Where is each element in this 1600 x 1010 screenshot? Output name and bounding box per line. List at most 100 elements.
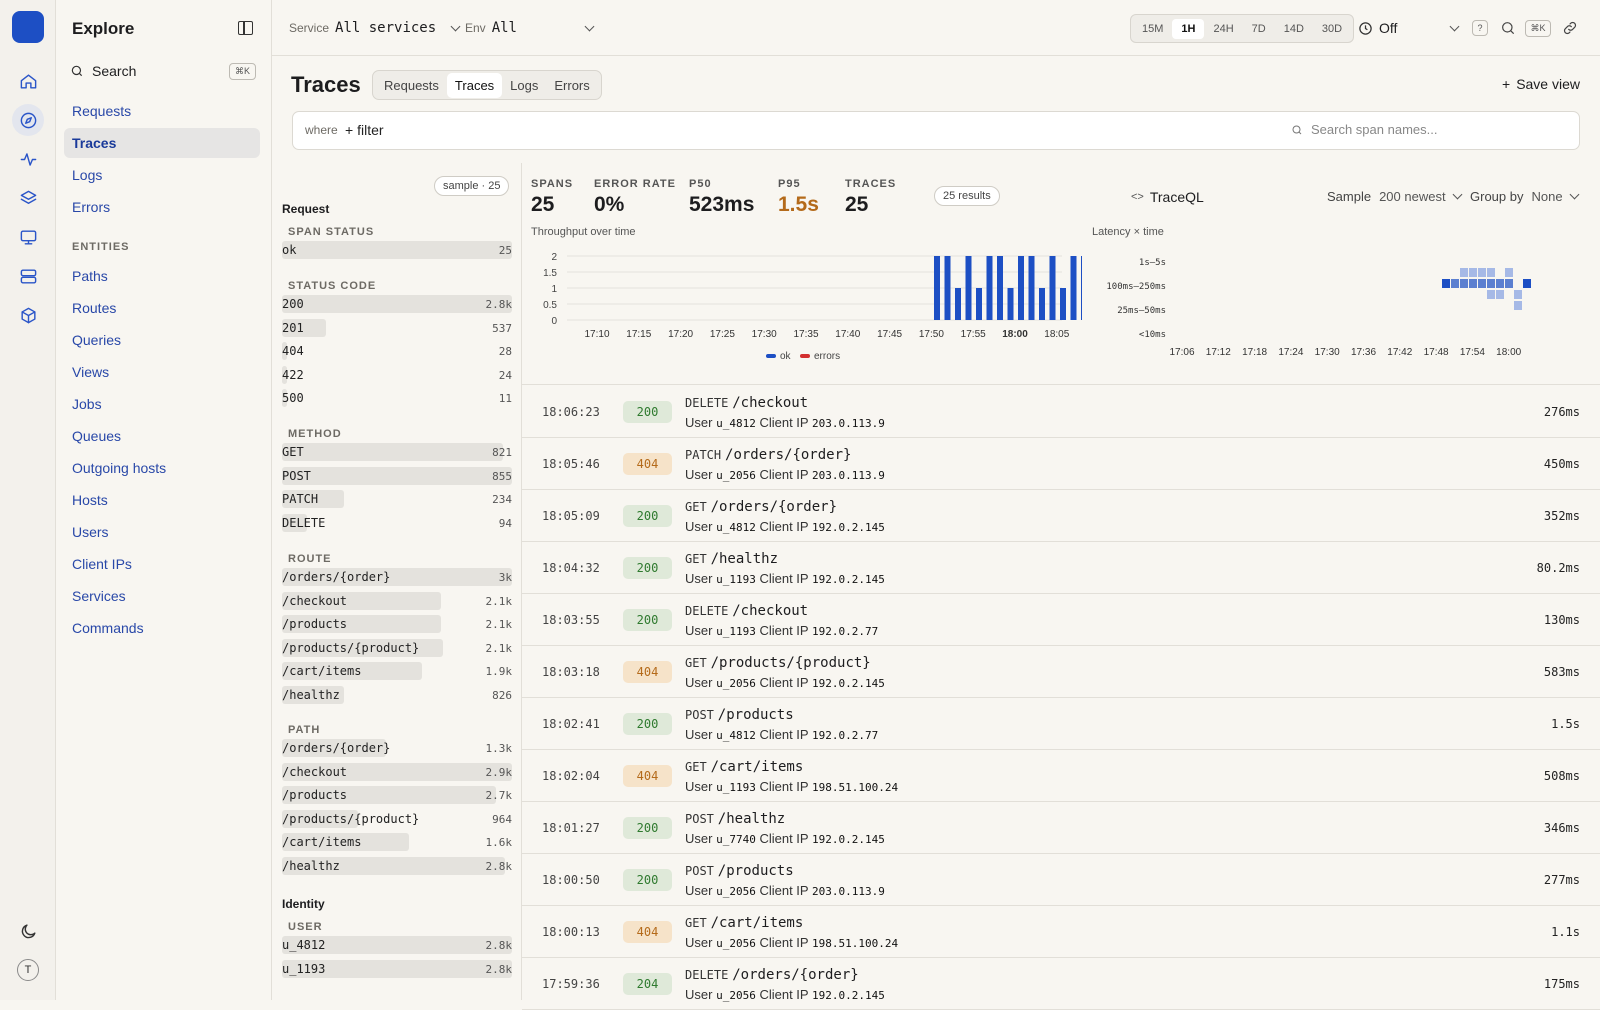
- trace-client-ip[interactable]: 192.0.2.77: [812, 729, 878, 742]
- trace-client-ip[interactable]: 192.0.2.145: [812, 521, 885, 534]
- sidebar-item-client-ips[interactable]: Client IPs: [64, 549, 260, 579]
- trace-row[interactable]: 18:00:50 200 POST /products User u_2056 Cli…: [522, 854, 1600, 906]
- facet-row[interactable]: /orders/{order} 3k: [282, 568, 512, 586]
- throughput-bar[interactable]: [965, 256, 972, 320]
- package-icon[interactable]: [12, 299, 44, 331]
- tab-errors[interactable]: Errors: [546, 73, 597, 98]
- trace-client-ip[interactable]: 192.0.2.77: [812, 625, 878, 638]
- throughput-bar[interactable]: [986, 256, 993, 320]
- sidebar-item-errors[interactable]: Errors: [64, 192, 260, 222]
- sidebar-item-traces[interactable]: Traces: [64, 128, 260, 158]
- throughput-bar[interactable]: [934, 256, 940, 320]
- facet-row[interactable]: 404 28: [282, 342, 512, 361]
- facet-row[interactable]: /products 2.7k: [282, 786, 512, 805]
- range-14d[interactable]: 14D: [1275, 19, 1313, 39]
- app-logo[interactable]: [12, 11, 44, 43]
- activity-icon[interactable]: [12, 143, 44, 175]
- facet-row[interactable]: 200 2.8k: [282, 295, 512, 313]
- trace-user[interactable]: u_4812: [716, 417, 756, 430]
- help-icon[interactable]: ?: [1470, 18, 1490, 38]
- trace-user[interactable]: u_1193: [716, 573, 756, 586]
- facet-row[interactable]: u_4812 2.8k: [282, 936, 512, 954]
- facet-row[interactable]: /checkout 2.9k: [282, 762, 512, 781]
- add-filter-button[interactable]: + filter: [345, 122, 384, 138]
- heatmap-cell[interactable]: [1514, 301, 1522, 310]
- trace-client-ip[interactable]: 198.51.100.24: [812, 781, 898, 794]
- heatmap-cell[interactable]: [1496, 290, 1504, 299]
- facet-row[interactable]: /healthz 2.8k: [282, 857, 512, 875]
- heatmap-cell[interactable]: [1469, 268, 1477, 277]
- trace-user[interactable]: u_2056: [716, 989, 756, 1002]
- trace-user[interactable]: u_1193: [716, 781, 756, 794]
- avatar[interactable]: T: [17, 959, 39, 981]
- heatmap-cell[interactable]: [1460, 279, 1468, 288]
- throughput-bar[interactable]: [1049, 256, 1056, 320]
- throughput-bar[interactable]: [1018, 256, 1024, 320]
- monitor-icon[interactable]: [12, 221, 44, 253]
- sample-select[interactable]: Sample 200 newest: [1327, 189, 1463, 204]
- range-1h[interactable]: 1H: [1172, 18, 1205, 39]
- heatmap-cell[interactable]: [1523, 279, 1531, 288]
- facet-row[interactable]: DELETE 94: [282, 513, 512, 532]
- explore-compass-icon[interactable]: [12, 104, 44, 136]
- facet-row[interactable]: PATCH 234: [282, 490, 512, 509]
- throughput-bar[interactable]: [1070, 256, 1077, 320]
- tab-traces[interactable]: Traces: [446, 72, 503, 98]
- env-select[interactable]: Env All: [465, 18, 595, 38]
- trace-client-ip[interactable]: 203.0.113.9: [812, 469, 885, 482]
- sidebar-item-paths[interactable]: Paths: [64, 261, 260, 291]
- trace-row[interactable]: 18:04:32 200 GET /healthz User u_1193 Clien…: [522, 542, 1600, 594]
- facet-row[interactable]: 500 11: [282, 389, 512, 408]
- trace-client-ip[interactable]: 192.0.2.145: [812, 677, 885, 690]
- trace-row[interactable]: 18:02:04 404 GET /cart/items User u_1193 Cl…: [522, 750, 1600, 802]
- traceql-button[interactable]: <> TraceQL: [1131, 189, 1204, 205]
- layers-icon[interactable]: [12, 182, 44, 214]
- trace-client-ip[interactable]: 192.0.2.145: [812, 833, 885, 846]
- refresh-select[interactable]: Off: [1358, 18, 1460, 38]
- throughput-bar[interactable]: [944, 256, 951, 320]
- trace-user[interactable]: u_2056: [716, 677, 756, 690]
- range-15m[interactable]: 15M: [1133, 19, 1172, 39]
- group-by-select[interactable]: Group by None: [1470, 189, 1580, 204]
- heatmap-cell[interactable]: [1487, 268, 1495, 277]
- facet-row[interactable]: /healthz 826: [282, 686, 512, 704]
- heatmap-cell[interactable]: [1460, 268, 1468, 277]
- sidebar-item-views[interactable]: Views: [64, 357, 260, 387]
- facet-row[interactable]: /cart/items 1.9k: [282, 662, 512, 681]
- throughput-bar[interactable]: [1007, 288, 1014, 320]
- sidebar-item-services[interactable]: Services: [64, 581, 260, 611]
- throughput-bar[interactable]: [976, 288, 982, 320]
- facet-row[interactable]: 422 24: [282, 365, 512, 384]
- sidebar-item-requests[interactable]: Requests: [64, 96, 260, 126]
- home-icon[interactable]: [12, 65, 44, 97]
- throughput-bar[interactable]: [1039, 288, 1045, 320]
- sidebar-item-outgoing-hosts[interactable]: Outgoing hosts: [64, 453, 260, 483]
- trace-row[interactable]: 17:59:36 204 DELETE /orders/{order} User u_…: [522, 958, 1600, 1010]
- trace-row[interactable]: 18:02:41 200 POST /products User u_4812 Cli…: [522, 698, 1600, 750]
- tab-logs[interactable]: Logs: [502, 73, 546, 98]
- throughput-bar[interactable]: [1060, 288, 1066, 320]
- heatmap-cell[interactable]: [1496, 279, 1504, 288]
- sidebar-item-hosts[interactable]: Hosts: [64, 485, 260, 515]
- heatmap-cell[interactable]: [1514, 290, 1522, 299]
- trace-client-ip[interactable]: 203.0.113.9: [812, 417, 885, 430]
- facet-row[interactable]: POST 855: [282, 466, 512, 485]
- trace-user[interactable]: u_2056: [716, 469, 756, 482]
- facet-row[interactable]: /products/{product} 2.1k: [282, 638, 512, 657]
- tab-requests[interactable]: Requests: [376, 73, 447, 98]
- sidebar-search[interactable]: Search ⌘K: [70, 60, 256, 82]
- heatmap-cell[interactable]: [1469, 279, 1477, 288]
- sidebar-item-queries[interactable]: Queries: [64, 325, 260, 355]
- sidebar-toggle-icon[interactable]: [238, 21, 253, 35]
- save-view-button[interactable]: + Save view: [1502, 76, 1580, 92]
- sidebar-item-logs[interactable]: Logs: [64, 160, 260, 190]
- trace-user[interactable]: u_1193: [716, 625, 756, 638]
- trace-row[interactable]: 18:05:46 404 PATCH /orders/{order} User u_2…: [522, 438, 1600, 490]
- heatmap-cell[interactable]: [1442, 279, 1450, 288]
- facet-row[interactable]: 201 537: [282, 318, 512, 337]
- sidebar-item-users[interactable]: Users: [64, 517, 260, 547]
- facet-row[interactable]: u_1193 2.8k: [282, 959, 512, 978]
- facet-row[interactable]: /orders/{order} 1.3k: [282, 739, 512, 757]
- sidebar-item-commands[interactable]: Commands: [64, 613, 260, 643]
- moon-icon[interactable]: [12, 915, 44, 947]
